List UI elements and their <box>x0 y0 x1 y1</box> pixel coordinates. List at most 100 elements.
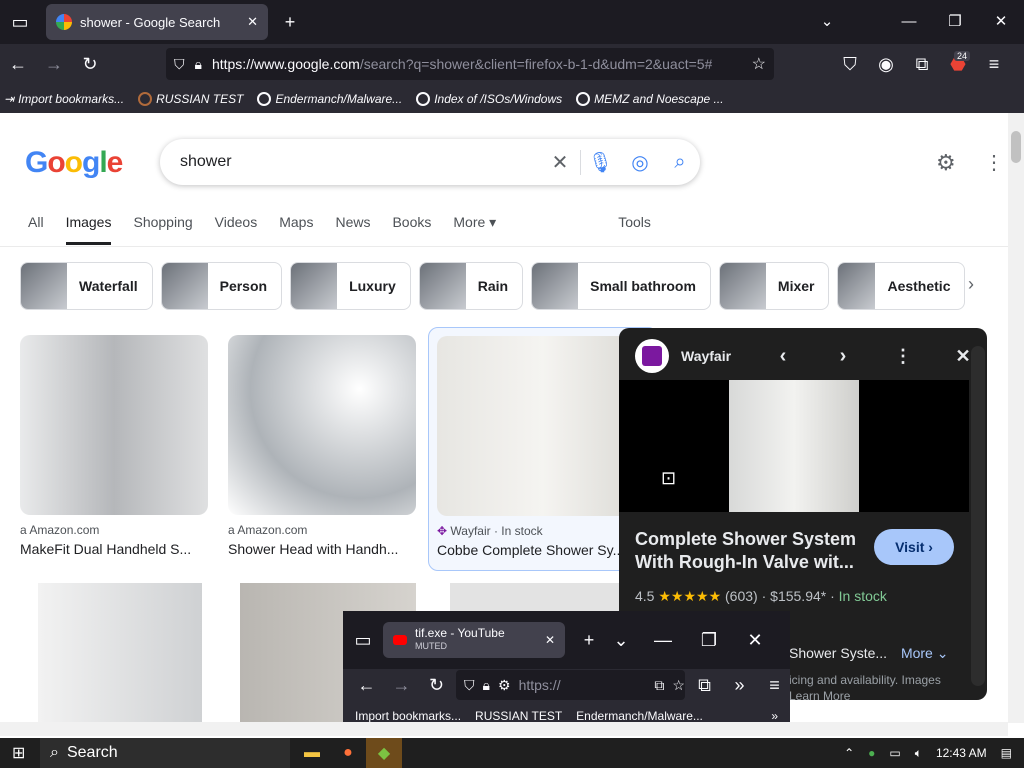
visit-button[interactable]: Visit › <box>874 529 954 565</box>
overflow-icon[interactable]: » <box>771 709 778 723</box>
bookmark-star-icon[interactable]: ☆ <box>752 54 774 74</box>
search-input[interactable]: shower <box>180 153 540 171</box>
bookmark-memz[interactable]: MEMZ and Noescape ... <box>576 91 724 106</box>
menu-icon[interactable]: ≡ <box>978 48 1010 80</box>
bookmark-endermanch[interactable]: Endermanch/Malware... <box>257 91 402 106</box>
horizontal-scrollbar[interactable] <box>0 722 1008 736</box>
lens-icon[interactable]: ⊡ <box>661 468 676 489</box>
tab-list-chevron-icon[interactable]: ⌄ <box>804 0 850 44</box>
close-tab-icon[interactable]: ✕ <box>545 633 555 647</box>
result-image[interactable] <box>228 335 416 515</box>
app-icon[interactable]: ◆ <box>366 738 402 768</box>
tab-list-chevron-icon[interactable]: ⌄ <box>605 624 637 656</box>
forward-icon[interactable]: → <box>386 669 417 701</box>
chip-luxury[interactable]: Luxury <box>290 262 411 310</box>
close-window-icon[interactable]: ✕ <box>978 0 1024 44</box>
tab-books[interactable]: Books <box>392 204 431 245</box>
tab-google-search[interactable]: shower - Google Search ✕ <box>46 4 268 40</box>
image-result[interactable]: a Amazon.com Shower Head with Handh... <box>228 335 416 557</box>
bookmark-import[interactable]: Import bookmarks... <box>355 709 461 723</box>
tab-shopping[interactable]: Shopping <box>133 204 192 245</box>
chip-waterfall[interactable]: Waterfall <box>20 262 153 310</box>
chip-person[interactable]: Person <box>160 262 283 310</box>
tab-overview-icon[interactable]: ▭ <box>347 624 379 656</box>
google-logo[interactable]: Google <box>25 146 123 180</box>
reload-icon[interactable]: ↻ <box>74 48 106 80</box>
notifications-icon[interactable]: ▤ <box>1001 746 1012 760</box>
panel-image[interactable]: ⊡ <box>619 380 969 512</box>
reload-icon[interactable]: ↻ <box>421 669 452 701</box>
file-explorer-icon[interactable]: ▬ <box>294 738 330 768</box>
bookmark-endermanch[interactable]: Endermanch/Malware... <box>576 709 703 723</box>
back-icon[interactable]: ← <box>351 669 382 701</box>
forward-icon[interactable]: → <box>38 48 70 80</box>
taskbar-search[interactable]: ⌕ Search <box>40 738 290 768</box>
search-icon[interactable]: ⌕ <box>660 151 700 174</box>
more-options-icon[interactable]: ⋮ <box>879 346 927 367</box>
shield-icon[interactable]: ⛉ <box>174 56 185 73</box>
tab-overview-icon[interactable]: ▭ <box>4 6 36 38</box>
tab-news[interactable]: News <box>335 204 370 245</box>
learn-more-link[interactable]: Learn More <box>789 689 850 700</box>
tab-maps[interactable]: Maps <box>279 204 313 245</box>
scroll-thumb[interactable] <box>1011 131 1021 163</box>
tray-chevron-icon[interactable]: ⌃ <box>844 746 854 760</box>
address-bar[interactable]: ⛉ 🔒︎ https://www.google.com/search?q=sho… <box>166 48 774 80</box>
mini-address-bar[interactable]: ⛉ 🔒︎ ⚙ https:// ⧉ ☆ <box>456 670 685 700</box>
bookmark-russian-test[interactable]: RUSSIAN TEST <box>138 91 243 106</box>
extensions-icon[interactable]: ⧉ <box>906 48 938 80</box>
lock-icon[interactable]: 🔒︎ <box>195 56 202 73</box>
clock-time[interactable]: 12:43 AM <box>936 746 987 760</box>
tab-all[interactable]: All <box>28 204 44 245</box>
tab-more[interactable]: More ▾ <box>453 204 496 245</box>
result-title[interactable]: Shower Head with Handh... <box>228 541 416 557</box>
menu-icon[interactable]: ≡ <box>759 669 790 701</box>
restore-icon[interactable]: ❐ <box>693 624 725 656</box>
result-title[interactable]: MakeFit Dual Handheld S... <box>20 541 208 557</box>
image-result[interactable]: a Amazon.com MakeFit Dual Handheld S... <box>20 335 208 557</box>
chip-rain[interactable]: Rain <box>418 262 524 310</box>
panel-site-name[interactable]: Wayfair <box>681 348 747 364</box>
close-tab-icon[interactable]: ✕ <box>247 14 258 30</box>
prev-icon[interactable]: ‹ <box>759 345 807 368</box>
vertical-scrollbar[interactable] <box>1008 113 1024 723</box>
minimize-icon[interactable]: — <box>647 624 679 656</box>
panel-title[interactable]: Complete Shower System With Rough-In Val… <box>635 528 865 574</box>
close-window-icon[interactable]: ✕ <box>739 624 771 656</box>
windows-start-icon[interactable]: ⊞ <box>12 743 25 763</box>
bookmark-russian-test[interactable]: RUSSIAN TEST <box>475 709 562 723</box>
tab-youtube[interactable]: tif.exe - YouTube MUTED ✕ <box>383 622 565 658</box>
muted-label[interactable]: MUTED <box>415 640 537 653</box>
new-tab-icon[interactable]: + <box>573 624 605 656</box>
lens-icon[interactable]: ◎ <box>620 150 660 175</box>
restore-icon[interactable]: ❐ <box>932 0 978 44</box>
new-tab-icon[interactable]: + <box>274 6 306 38</box>
result-image[interactable] <box>38 583 202 722</box>
pocket-icon[interactable]: ⛉ <box>834 48 866 80</box>
volume-icon[interactable]: 🔈︎ <box>915 746 922 761</box>
chip-mixer[interactable]: Mixer <box>718 262 830 310</box>
firefox-icon[interactable]: ● <box>330 738 366 768</box>
result-image[interactable] <box>20 335 208 515</box>
url-text[interactable]: https://www.google.com/search?q=shower&c… <box>212 56 712 72</box>
chips-next-icon[interactable]: › <box>968 274 974 295</box>
tab-videos[interactable]: Videos <box>215 204 258 245</box>
tab-tools[interactable]: Tools <box>618 204 651 245</box>
settings-gear-icon[interactable]: ⚙ <box>936 150 956 176</box>
chip-aesthetic[interactable]: Aesthetic <box>837 262 966 310</box>
clear-icon[interactable]: ✕ <box>540 150 580 175</box>
chip-small-bathroom[interactable]: Small bathroom <box>531 262 711 310</box>
overflow-icon[interactable]: » <box>724 669 755 701</box>
extensions-icon[interactable]: ⧉ <box>689 669 720 701</box>
network-icon[interactable]: ▭ <box>889 746 900 760</box>
voice-search-icon[interactable]: 🎙︎ <box>580 149 620 175</box>
result-title[interactable]: Cobbe Complete Shower Sy... <box>437 542 649 558</box>
account-icon[interactable]: ◉ <box>870 48 902 80</box>
bookmark-isos[interactable]: Index of /ISOs/Windows <box>416 91 562 106</box>
tray-app-icon[interactable]: ● <box>868 746 875 760</box>
back-icon[interactable]: ← <box>2 48 34 80</box>
bookmark-import[interactable]: ⇥ Import bookmarks... <box>4 92 124 106</box>
tab-images[interactable]: Images <box>65 204 112 245</box>
next-icon[interactable]: › <box>819 345 867 368</box>
more-link[interactable]: More ⌄ <box>901 645 949 661</box>
